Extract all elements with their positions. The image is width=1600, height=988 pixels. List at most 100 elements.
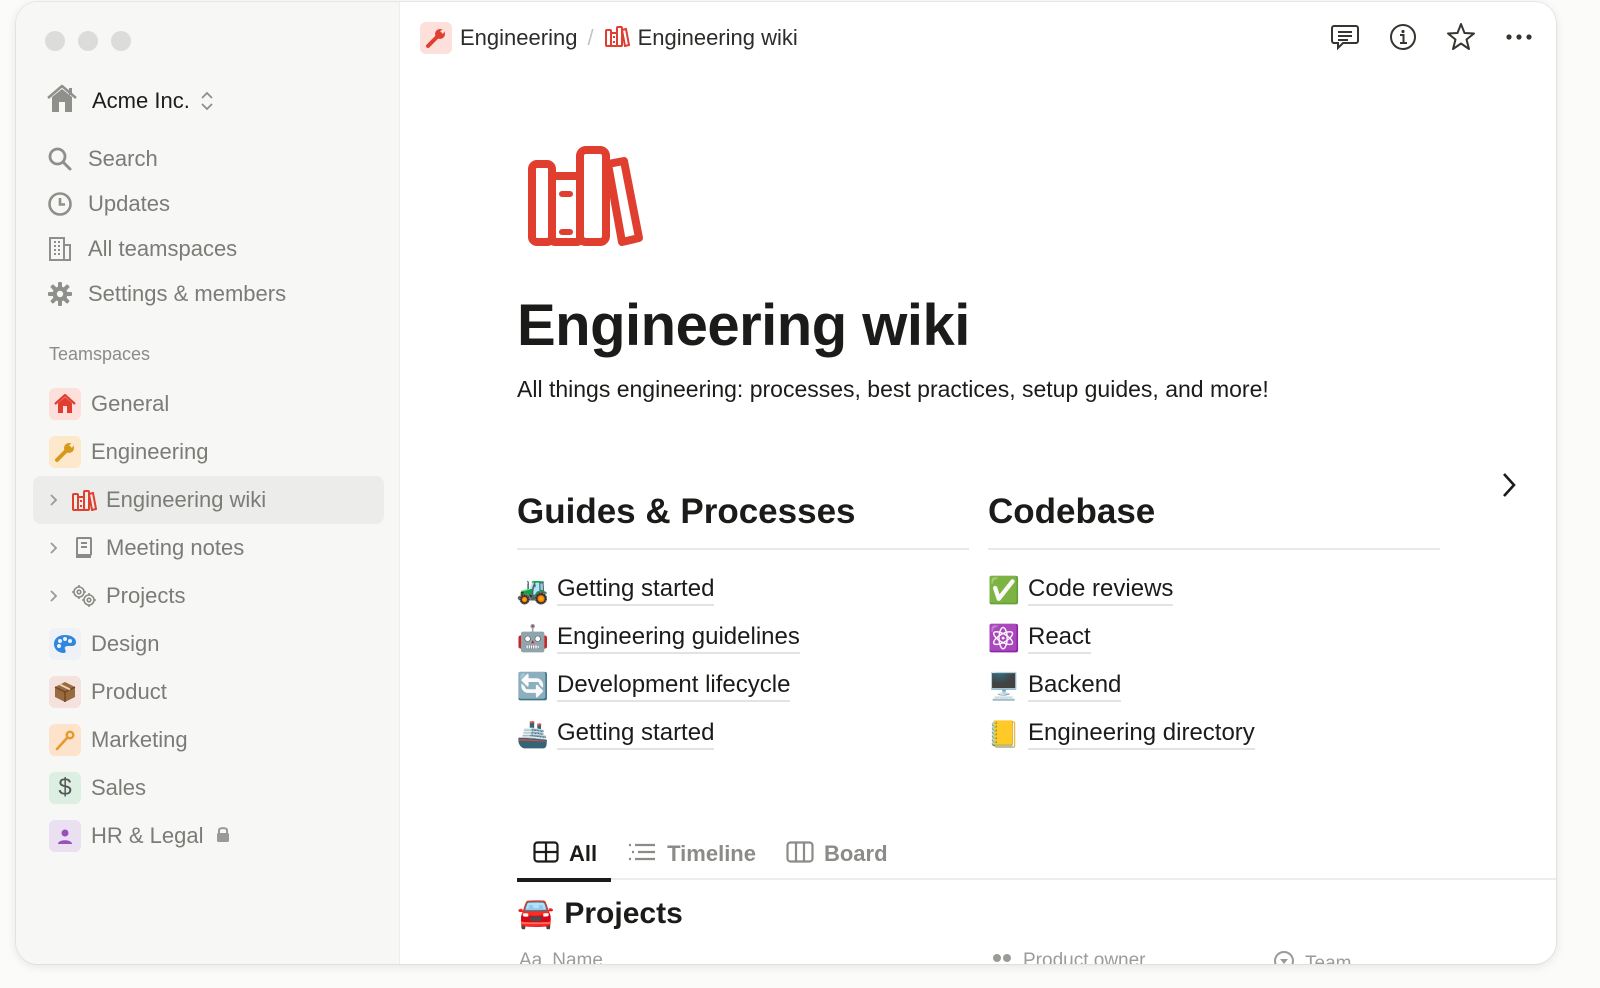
breadcrumb-separator: /: [587, 25, 594, 50]
page-link-label: Backend: [1028, 670, 1122, 702]
chevron-right-icon[interactable]: [46, 493, 62, 507]
sidebar-item-hr-legal[interactable]: HR & Legal: [33, 812, 384, 860]
workspace-name: Acme Inc.: [92, 88, 190, 113]
info-icon[interactable]: [1388, 22, 1418, 52]
teamspace-list: General Engineering Engineering wiki Mee…: [33, 380, 384, 860]
more-icon[interactable]: [1504, 22, 1534, 52]
comments-icon[interactable]: [1330, 22, 1360, 52]
sidebar-nav: Search Updates All teamspaces Settings &…: [46, 136, 386, 316]
page-link-engineering-directory[interactable]: 📒 Engineering directory: [988, 710, 1440, 758]
tab-label: Board: [823, 841, 888, 866]
sidebar-item-search[interactable]: Search: [46, 136, 386, 181]
ledger-icon: 📒: [987, 718, 1021, 749]
column-header-team[interactable]: Team: [1273, 950, 1351, 964]
breadcrumb: Engineering / Engineering wiki: [420, 22, 798, 54]
page-link-getting-started[interactable]: 🚜 Getting started: [517, 566, 969, 614]
sidebar-item-sales[interactable]: $ Sales: [33, 764, 384, 812]
tab-all[interactable]: All: [517, 828, 612, 882]
sidebar-item-engineering[interactable]: Engineering: [33, 428, 384, 476]
tab-label: All: [569, 841, 598, 866]
minimize-window-button[interactable]: [78, 31, 98, 51]
page-actions: [1330, 22, 1534, 52]
breadcrumb-engineering-wiki[interactable]: Engineering wiki: [604, 25, 798, 52]
tab-label: Timeline: [667, 841, 756, 866]
sidebar-item-product[interactable]: Product: [33, 668, 384, 716]
sidebar-item-engineering-wiki[interactable]: Engineering wiki: [33, 476, 384, 524]
workspace-switcher[interactable]: Acme Inc.: [46, 84, 214, 118]
close-window-button[interactable]: [45, 31, 65, 51]
sidebar-item-updates[interactable]: Updates: [46, 181, 386, 226]
section-heading: Guides & Processes: [517, 492, 856, 531]
select-icon: [1273, 950, 1295, 964]
database-view-tabs: All Timeline Board: [517, 828, 1556, 882]
palette-icon: [49, 628, 81, 660]
sidebar-item-label: HR & Legal: [91, 823, 204, 848]
tab-board[interactable]: Board: [770, 828, 902, 880]
sidebar-item-all-teamspaces[interactable]: All teamspaces: [46, 226, 386, 271]
sidebar-item-projects[interactable]: Projects: [33, 572, 384, 620]
column-header-name[interactable]: Aa Name: [519, 950, 603, 964]
page-link-react[interactable]: ⚛️ React: [988, 614, 1440, 662]
package-icon: [49, 676, 81, 708]
sidebar-item-label: Product: [91, 679, 167, 704]
sidebar-item-label: Engineering wiki: [106, 487, 267, 512]
column-header-product-owner[interactable]: Product owner: [991, 950, 1146, 964]
page-link-label: Engineering directory: [1028, 718, 1255, 750]
sidebar-item-marketing[interactable]: Marketing: [33, 716, 384, 764]
teamspaces-section-label: Teamspaces: [49, 344, 151, 364]
books-icon: [70, 484, 98, 516]
page-link-label: Development lifecycle: [557, 670, 791, 702]
page-link-label: Engineering guidelines: [557, 622, 800, 654]
text-property-icon: Aa: [519, 950, 543, 964]
page-link-development-lifecycle[interactable]: 🔄 Development lifecycle: [517, 662, 969, 710]
sidebar-item-label: General: [91, 391, 170, 416]
page-link-getting-started-2[interactable]: 🚢 Getting started: [517, 710, 969, 758]
database-title[interactable]: 🚘 Projects: [517, 896, 683, 931]
sidebar-item-label: Projects: [106, 583, 186, 608]
sidebar-item-label: Design: [91, 631, 160, 656]
column-guides-processes: Guides & Processes 🚜 Getting started 🤖 E…: [517, 492, 969, 758]
main-content: Engineering / Engineering wiki Engineeri…: [400, 2, 1556, 964]
window-controls: [45, 31, 131, 51]
maximize-window-button[interactable]: [111, 31, 131, 51]
breadcrumb-engineering[interactable]: Engineering: [420, 22, 577, 54]
timeline-icon: [627, 842, 657, 867]
sidebar-item-label: Meeting notes: [106, 535, 245, 560]
column-codebase: Codebase ✅ Code reviews ⚛️ React 🖥️ Back…: [988, 492, 1440, 758]
page-link-engineering-guidelines[interactable]: 🤖 Engineering guidelines: [517, 614, 969, 662]
divider: [517, 548, 969, 550]
page-icon-books[interactable]: [526, 144, 644, 250]
page-link-backend[interactable]: 🖥️ Backend: [988, 662, 1440, 710]
tab-timeline[interactable]: Timeline: [611, 828, 770, 880]
sidebar-item-settings[interactable]: Settings & members: [46, 271, 386, 316]
sidebar-item-general[interactable]: General: [33, 380, 384, 428]
house-icon: [49, 388, 81, 420]
page-link-code-reviews[interactable]: ✅ Code reviews: [988, 566, 1440, 614]
sidebar-item-label: Sales: [91, 775, 147, 800]
person-icon: [49, 820, 81, 852]
sidebar-item-design[interactable]: Design: [33, 620, 384, 668]
board-icon: [786, 840, 814, 868]
search-icon: [46, 145, 74, 173]
clock-icon: [46, 190, 74, 218]
breadcrumb-label: Engineering wiki: [637, 25, 798, 50]
page-description: All things engineering: processes, best …: [517, 376, 1269, 402]
sidebar-item-label: Engineering: [91, 439, 209, 464]
sidebar-item-label: Search: [88, 145, 158, 171]
wrench-icon: [49, 436, 81, 468]
chevron-right-icon[interactable]: [1494, 468, 1524, 502]
sidebar-item-meeting-notes[interactable]: Meeting notes: [33, 524, 384, 572]
column-header-label: Name: [552, 950, 603, 964]
microphone-icon: [49, 724, 81, 756]
page-link-label: React: [1028, 622, 1091, 654]
chevron-right-icon[interactable]: [46, 541, 62, 555]
chevron-right-icon[interactable]: [46, 589, 62, 603]
breadcrumb-label: Engineering: [460, 25, 578, 50]
section-heading: Codebase: [988, 492, 1156, 531]
sidebar-item-label: Settings & members: [88, 280, 287, 306]
star-icon[interactable]: [1446, 22, 1476, 52]
sidebar-item-label: All teamspaces: [88, 235, 238, 261]
database-title-text: Projects: [564, 896, 683, 930]
tractor-icon: 🚜: [516, 574, 550, 605]
sidebar-item-label: Marketing: [91, 727, 188, 752]
